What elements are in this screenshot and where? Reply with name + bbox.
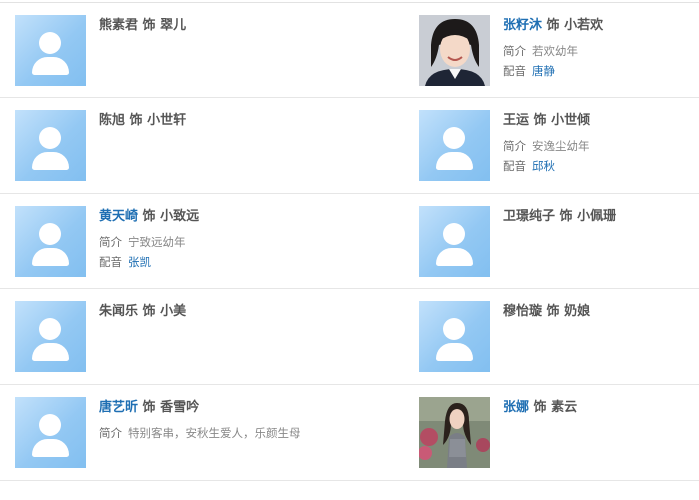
cast-title: 张娜 饰 素云 — [503, 399, 699, 417]
actor-name-link[interactable]: 张娜 — [503, 400, 529, 415]
cast-title: 唐艺昕 饰 香雪吟 — [99, 399, 344, 417]
actor-photo[interactable] — [419, 15, 490, 86]
voice-line: 配音 邱秋 — [503, 156, 699, 176]
cast-title: 陈旭 饰 小世轩 — [99, 112, 344, 130]
intro-line: 简介 特别客串，安秋生爱人，乐颜生母 — [99, 423, 344, 443]
cast-title: 黄天崎 饰 小致远 — [99, 208, 344, 226]
intro-line: 简介 若欢幼年 — [503, 41, 699, 61]
intro-label: 简介 — [99, 426, 122, 440]
cast-card: 穆怡璇 饰 奶娘 — [419, 301, 699, 381]
intro-line: 简介 宁致远幼年 — [99, 232, 344, 252]
voice-line: 配音 唐静 — [503, 61, 699, 81]
actor-name: 朱闻乐 — [99, 304, 139, 319]
intro-label: 简介 — [503, 139, 526, 153]
role-name: 香雪吟 — [160, 400, 200, 415]
row-divider — [0, 384, 699, 385]
role-separator: 饰 — [129, 113, 143, 128]
role-separator: 饰 — [546, 304, 560, 319]
row-divider — [0, 480, 699, 481]
role-name: 小世轩 — [147, 113, 187, 128]
voice-actor-link[interactable]: 唐静 — [532, 64, 555, 78]
role-name: 素云 — [551, 400, 578, 415]
role-name: 翠儿 — [160, 18, 187, 33]
actor-name-link[interactable]: 张籽沐 — [503, 18, 542, 33]
row-divider — [0, 288, 699, 289]
voice-label: 配音 — [99, 255, 122, 269]
voice-actor-link[interactable]: 张凯 — [128, 255, 151, 269]
voice-label: 配音 — [503, 159, 526, 173]
cast-card: 张娜 饰 素云 — [419, 397, 699, 477]
intro-label: 简介 — [503, 44, 526, 58]
cast-list: 熊素君 饰 翠儿 张籽沐 饰 小若欢 简介 若欢幼年 配音 唐静 陈旭 饰 小世… — [0, 0, 699, 500]
row-divider — [0, 97, 699, 98]
actor-name: 王运 — [503, 113, 530, 128]
person-placeholder-icon[interactable] — [419, 110, 490, 181]
role-name: 小佩珊 — [577, 209, 617, 224]
top-divider — [0, 2, 699, 3]
role-separator: 饰 — [142, 209, 156, 224]
role-separator: 饰 — [142, 400, 156, 415]
cast-title: 王运 饰 小世倾 — [503, 112, 699, 130]
cast-card: 陈旭 饰 小世轩 — [15, 110, 345, 190]
role-name: 小美 — [160, 304, 187, 319]
cast-title: 穆怡璇 饰 奶娘 — [503, 303, 699, 321]
actor-name: 熊素君 — [99, 18, 139, 33]
actor-name: 穆怡璇 — [503, 304, 543, 319]
role-name: 奶娘 — [564, 304, 591, 319]
actor-name: 陈旭 — [99, 113, 126, 128]
actor-name-link[interactable]: 唐艺昕 — [99, 400, 138, 415]
cast-card: 张籽沐 饰 小若欢 简介 若欢幼年 配音 唐静 — [419, 15, 699, 95]
cast-title: 卫璟纯子 饰 小佩珊 — [503, 208, 699, 226]
intro-text: 宁致远幼年 — [128, 235, 186, 249]
role-separator: 饰 — [533, 400, 547, 415]
person-placeholder-icon[interactable] — [15, 206, 86, 277]
voice-label: 配音 — [503, 64, 526, 78]
person-placeholder-icon[interactable] — [15, 397, 86, 468]
person-placeholder-icon[interactable] — [15, 110, 86, 181]
row-divider — [0, 193, 699, 194]
voice-actor-link[interactable]: 邱秋 — [532, 159, 555, 173]
person-placeholder-icon[interactable] — [419, 301, 490, 372]
role-name: 小致远 — [160, 209, 200, 224]
actor-name: 卫璟纯子 — [503, 209, 556, 224]
voice-line: 配音 张凯 — [99, 252, 344, 272]
person-placeholder-icon[interactable] — [15, 301, 86, 372]
actor-photo[interactable] — [419, 397, 490, 468]
role-separator: 饰 — [142, 304, 156, 319]
actor-name-link[interactable]: 黄天崎 — [99, 209, 138, 224]
role-separator: 饰 — [533, 113, 547, 128]
cast-card: 熊素君 饰 翠儿 — [15, 15, 345, 95]
role-separator: 饰 — [546, 18, 560, 33]
cast-title: 熊素君 饰 翠儿 — [99, 17, 344, 35]
cast-card: 黄天崎 饰 小致远 简介 宁致远幼年 配音 张凯 — [15, 206, 345, 286]
role-separator: 饰 — [559, 209, 573, 224]
intro-label: 简介 — [99, 235, 122, 249]
role-separator: 饰 — [142, 18, 156, 33]
cast-card: 卫璟纯子 饰 小佩珊 — [419, 206, 699, 286]
cast-title: 张籽沐 饰 小若欢 — [503, 17, 699, 35]
role-name: 小若欢 — [564, 18, 604, 33]
cast-card: 朱闻乐 饰 小美 — [15, 301, 345, 381]
role-name: 小世倾 — [551, 113, 591, 128]
cast-card: 唐艺昕 饰 香雪吟 简介 特别客串，安秋生爱人，乐颜生母 — [15, 397, 345, 477]
person-placeholder-icon[interactable] — [15, 15, 86, 86]
person-placeholder-icon[interactable] — [419, 206, 490, 277]
cast-title: 朱闻乐 饰 小美 — [99, 303, 344, 321]
intro-text: 若欢幼年 — [532, 44, 578, 58]
intro-line: 简介 安逸尘幼年 — [503, 136, 699, 156]
intro-text: 特别客串，安秋生爱人，乐颜生母 — [128, 426, 301, 440]
cast-card: 王运 饰 小世倾 简介 安逸尘幼年 配音 邱秋 — [419, 110, 699, 190]
intro-text: 安逸尘幼年 — [532, 139, 590, 153]
